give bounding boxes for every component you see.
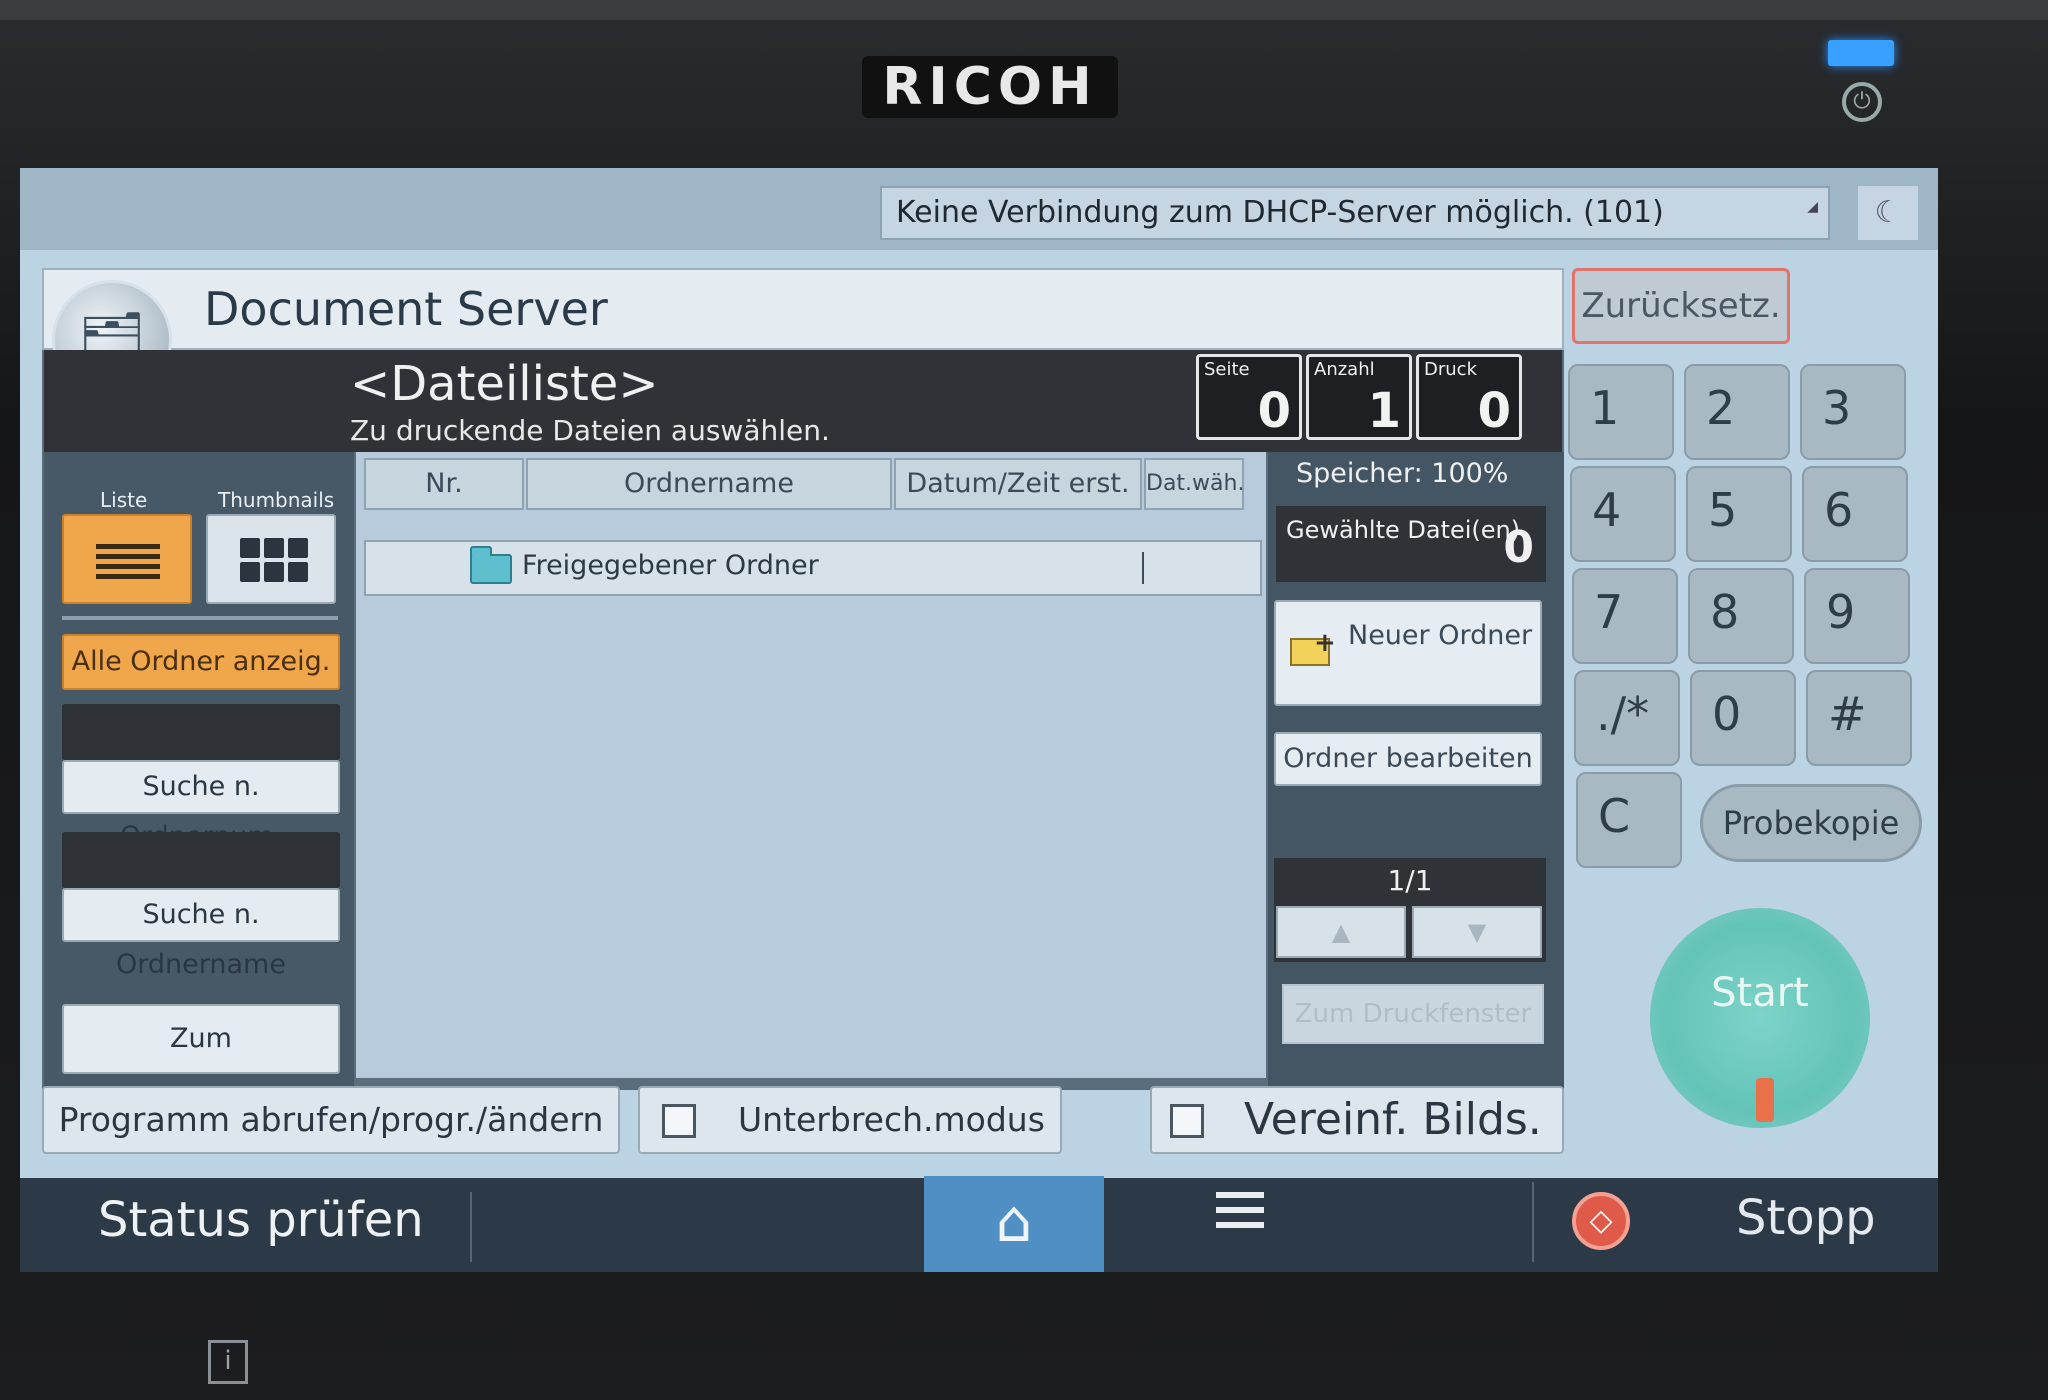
home-icon: ⌂ xyxy=(995,1187,1033,1255)
file-list-title: <Dateiliste> xyxy=(350,356,659,412)
proof-copy-button[interactable]: Probekopie xyxy=(1700,784,1922,862)
expand-triangle-icon: ◢ xyxy=(1807,199,1818,215)
energy-saver-icon[interactable]: ⏻ xyxy=(1842,82,1882,122)
key-4[interactable]: 4 xyxy=(1570,466,1676,562)
dhcp-error-message[interactable]: Keine Verbindung zum DHCP-Server möglich… xyxy=(880,186,1830,240)
row-divider xyxy=(1142,552,1144,584)
folder-icon xyxy=(470,546,512,584)
search-by-folder-number-button[interactable]: Suche n. Ordnernum. xyxy=(62,760,340,852)
bezel-top-edge xyxy=(0,0,2048,20)
key-3[interactable]: 3 xyxy=(1800,364,1906,460)
app-title: Document Server xyxy=(204,282,608,336)
print-counter-value: 0 xyxy=(1477,383,1511,439)
search-by-folder-name-button[interactable]: Suche n. Ordnername xyxy=(62,888,340,980)
selected-files-label: Gewählte Datei(en) xyxy=(1286,516,1521,544)
page-counter: Seite 0 xyxy=(1196,354,1302,440)
status-led xyxy=(1828,40,1894,66)
key-7[interactable]: 7 xyxy=(1572,568,1678,664)
selected-files-count: 0 xyxy=(1503,522,1534,573)
list-view-label: Liste xyxy=(100,488,148,512)
check-status-button[interactable]: Status prüfen xyxy=(98,1192,424,1248)
list-view-button[interactable] xyxy=(62,514,192,604)
key-8[interactable]: 8 xyxy=(1688,568,1794,664)
interrupt-mode-label: Unterbrech.modus xyxy=(738,1100,1045,1139)
key-9[interactable]: 9 xyxy=(1804,568,1910,664)
status-bar-divider xyxy=(470,1192,472,1262)
new-folder-button[interactable]: + Neuer Ordner xyxy=(1274,600,1542,706)
key-2[interactable]: 2 xyxy=(1684,364,1790,460)
simplified-screen-button[interactable]: Vereinf. Bilds. xyxy=(1150,1086,1564,1154)
memory-status: Speicher: 100% xyxy=(1296,458,1509,489)
new-folder-label: Neuer Ordner xyxy=(1348,620,1533,651)
key-clear[interactable]: C xyxy=(1576,772,1682,868)
thumbnails-view-label: Thumbnails xyxy=(218,488,335,512)
thumbnails-view-button[interactable] xyxy=(206,514,336,604)
print-counter: Druck 0 xyxy=(1416,354,1522,440)
interrupt-checkbox[interactable] xyxy=(662,1104,696,1138)
to-print-window-button[interactable]: Zum Druckfenster xyxy=(1282,984,1544,1044)
key-5[interactable]: 5 xyxy=(1686,466,1792,562)
start-indicator-led xyxy=(1756,1078,1774,1122)
program-button[interactable]: Programm abrufen/progr./ändern xyxy=(42,1086,620,1154)
quantity-counter-label: Anzahl xyxy=(1314,359,1375,380)
ricoh-logo: RICOH xyxy=(862,56,1118,118)
stop-divider xyxy=(1532,1182,1534,1262)
shared-folder-row[interactable]: Freigegebener Ordner xyxy=(364,540,1262,596)
page-counter-label: Seite xyxy=(1204,359,1250,380)
simplified-checkbox[interactable] xyxy=(1170,1104,1204,1138)
pager: 1/1 ▲ ▼ xyxy=(1274,858,1546,962)
column-date-created[interactable]: Datum/Zeit erst. xyxy=(894,458,1142,510)
search-number-strip xyxy=(62,704,340,760)
app-titlebar: Document Server xyxy=(42,268,1564,350)
menu-icon[interactable] xyxy=(1216,1192,1264,1234)
dhcp-message-text: Keine Verbindung zum DHCP-Server möglich… xyxy=(896,195,1664,230)
home-button[interactable]: ⌂ xyxy=(924,1176,1104,1272)
stop-button[interactable]: Stopp xyxy=(1736,1190,1876,1246)
interrupt-mode-button[interactable]: Unterbrech.modus xyxy=(638,1086,1062,1154)
grid-icon xyxy=(240,538,308,582)
info-document-icon: i xyxy=(208,1340,248,1384)
quantity-counter: Anzahl 1 xyxy=(1306,354,1412,440)
page-counter-value: 0 xyxy=(1257,383,1291,439)
key-1[interactable]: 1 xyxy=(1568,364,1674,460)
page-indicator: 1/1 xyxy=(1387,864,1433,897)
plus-icon: + xyxy=(1314,628,1336,658)
file-list-subtitle: Zu druckende Dateien auswählen. xyxy=(350,414,830,447)
reset-button[interactable]: Zurücksetz. xyxy=(1572,268,1790,344)
column-date-selected[interactable]: Dat.wäh. xyxy=(1144,458,1244,510)
to-scan-screen-button[interactable]: Zum Scanbildschirm xyxy=(62,1004,340,1120)
show-all-folders-button[interactable]: Alle Ordner anzeig. xyxy=(62,634,340,690)
quantity-counter-value: 1 xyxy=(1367,383,1401,439)
page-down-button[interactable]: ▼ xyxy=(1412,906,1542,958)
key-asterisk[interactable]: ./* xyxy=(1574,670,1680,766)
sleep-mode-icon[interactable]: ☾ xyxy=(1858,186,1918,240)
selected-files-box: Gewählte Datei(en) 0 xyxy=(1276,506,1546,582)
key-0[interactable]: 0 xyxy=(1690,670,1796,766)
list-icon xyxy=(96,544,160,580)
column-folder-name[interactable]: Ordnername xyxy=(526,458,892,510)
simplified-screen-label: Vereinf. Bilds. xyxy=(1244,1094,1542,1145)
page-up-button[interactable]: ▲ xyxy=(1276,906,1406,958)
key-6[interactable]: 6 xyxy=(1802,466,1908,562)
key-hash[interactable]: # xyxy=(1806,670,1912,766)
column-number[interactable]: Nr. xyxy=(364,458,524,510)
search-name-strip xyxy=(62,832,340,888)
stop-icon[interactable]: ◇ xyxy=(1572,1192,1630,1250)
left-panel-divider xyxy=(62,616,338,620)
print-counter-label: Druck xyxy=(1424,359,1477,380)
touch-screen: Keine Verbindung zum DHCP-Server möglich… xyxy=(20,168,1938,1272)
folder-name: Freigegebener Ordner xyxy=(522,550,819,581)
edit-folder-button[interactable]: Ordner bearbeiten xyxy=(1274,732,1542,786)
